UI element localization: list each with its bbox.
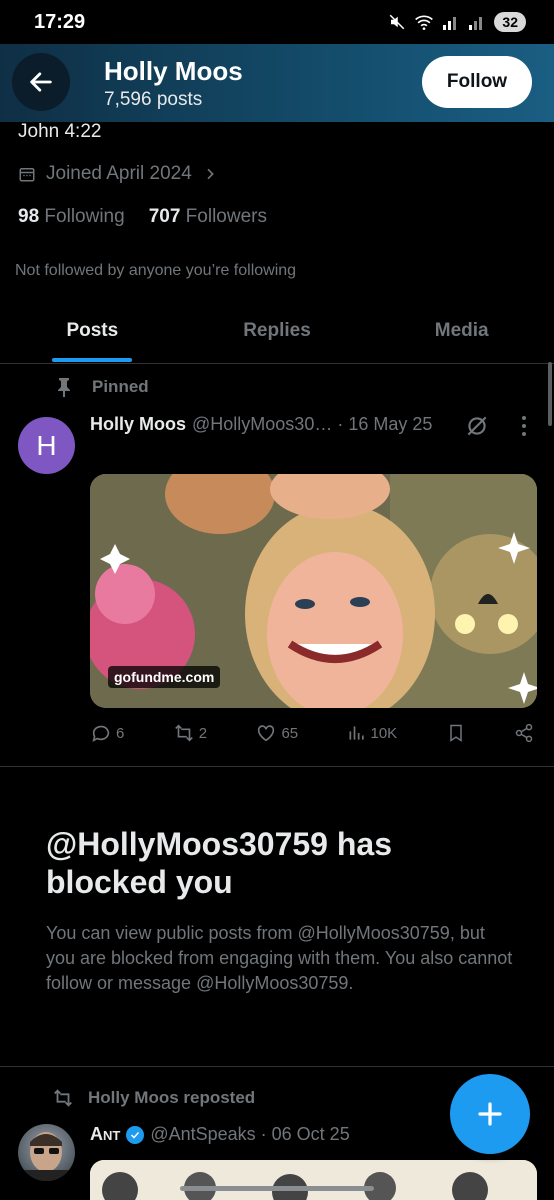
repost-label[interactable]: Holly Moos reposted — [88, 1088, 255, 1108]
blocked-title: @HollyMoos30759 has blocked you — [46, 826, 392, 900]
tab-label: Replies — [243, 320, 311, 341]
status-icons: 32 — [388, 12, 526, 32]
followers-label: Followers — [185, 206, 267, 227]
reply-icon — [92, 725, 110, 742]
bookmark-icon — [449, 724, 462, 742]
share-button[interactable] — [514, 723, 534, 743]
repost-author-name[interactable]: Ant — [90, 1124, 120, 1145]
compose-post-button[interactable] — [450, 1074, 530, 1154]
verified-badge-icon — [126, 1125, 145, 1144]
repost-icon — [54, 1089, 72, 1107]
reply-count: 6 — [116, 724, 125, 742]
avatar-photo — [18, 1132, 75, 1181]
bio-text: John 4:22 — [18, 121, 102, 142]
not-followed-text: Not followed by anyone you’re following — [15, 262, 297, 279]
profile-tabs: Posts Replies Media — [0, 306, 554, 364]
like-button[interactable]: 65 — [255, 722, 298, 744]
repost-author-meta: @AntSpeaks · 06 Oct 25 — [150, 1124, 350, 1144]
following-label: Following — [44, 206, 125, 227]
repost-count: 2 — [198, 724, 208, 742]
bookmark-button[interactable] — [446, 723, 466, 743]
post-actions: 6 2 65 10K — [90, 722, 534, 744]
post-header: Holly Moos @HollyMoos30… · 16 May 25 — [90, 414, 432, 435]
share-icon — [515, 723, 533, 743]
views-count: 10K — [370, 724, 398, 742]
header-posts-count: 7,596 posts — [104, 89, 203, 110]
divider — [0, 766, 554, 767]
followers-count: 707 — [148, 206, 181, 227]
views-button[interactable]: 10K — [347, 723, 398, 743]
heart-icon — [258, 725, 275, 742]
repost-indicator: Holly Moos reposted — [52, 1087, 255, 1109]
mute-icon — [390, 14, 405, 30]
grok-icon[interactable] — [464, 413, 490, 439]
plus-icon — [478, 1102, 502, 1126]
post-author-name[interactable]: Holly Moos — [90, 414, 186, 435]
following-count: 98 — [18, 206, 40, 227]
arrow-left-icon — [30, 72, 52, 92]
pinned-label: Pinned — [92, 377, 149, 396]
joined-date: Joined April 2024 — [18, 163, 218, 185]
cartoon-illustration — [90, 1160, 537, 1200]
scrollbar[interactable] — [548, 362, 552, 426]
wifi-icon — [415, 15, 434, 30]
signal-icon-2 — [469, 17, 483, 30]
tab-media[interactable]: Media — [369, 306, 554, 363]
bar-chart-icon — [349, 726, 364, 740]
repost-button[interactable]: 2 — [173, 722, 207, 744]
post-author-meta: @HollyMoos30… · 16 May 25 — [192, 414, 433, 434]
back-button[interactable] — [12, 53, 70, 111]
pin-icon — [58, 378, 70, 397]
avatar[interactable] — [18, 1124, 75, 1181]
like-count: 65 — [281, 724, 299, 742]
pinned-indicator: Pinned — [56, 377, 149, 397]
follow-stats: 98 Following 707 Followers — [18, 206, 267, 228]
followers-link[interactable]: 707 Followers — [149, 206, 267, 228]
status-time: 17:29 — [34, 10, 86, 33]
blocked-body: You can view public posts from @HollyMoo… — [46, 923, 513, 993]
tab-replies[interactable]: Replies — [185, 306, 370, 363]
joined-label: Joined April 2024 — [46, 163, 192, 184]
reply-button[interactable]: 6 — [90, 722, 124, 744]
repost-media-image[interactable] — [90, 1160, 537, 1200]
chevron-right-icon[interactable] — [202, 166, 218, 182]
profile-header: Holly Moos 7,596 posts Follow — [0, 44, 554, 122]
repost-post-header: Ant @AntSpeaks · 06 Oct 25 — [90, 1124, 350, 1145]
avatar[interactable]: H — [18, 417, 75, 474]
following-link[interactable]: 98 Following — [18, 206, 125, 228]
tab-label: Media — [434, 320, 489, 341]
tab-label: Posts — [66, 320, 119, 341]
header-name: Holly Moos — [104, 56, 243, 86]
battery-badge: 32 — [494, 12, 526, 32]
calendar-icon — [19, 168, 35, 182]
signal-icon — [443, 17, 457, 30]
follow-button[interactable]: Follow — [422, 56, 532, 108]
header-text: Holly Moos 7,596 posts — [104, 56, 243, 111]
repost-icon — [174, 724, 193, 742]
status-bar: 17:29 32 — [0, 0, 554, 44]
divider — [0, 1066, 554, 1067]
home-indicator[interactable] — [180, 1186, 374, 1191]
active-tab-indicator — [52, 358, 133, 362]
link-domain-badge[interactable]: gofundme.com — [108, 666, 221, 688]
tab-posts[interactable]: Posts — [0, 306, 185, 363]
more-options-icon[interactable] — [520, 416, 528, 436]
